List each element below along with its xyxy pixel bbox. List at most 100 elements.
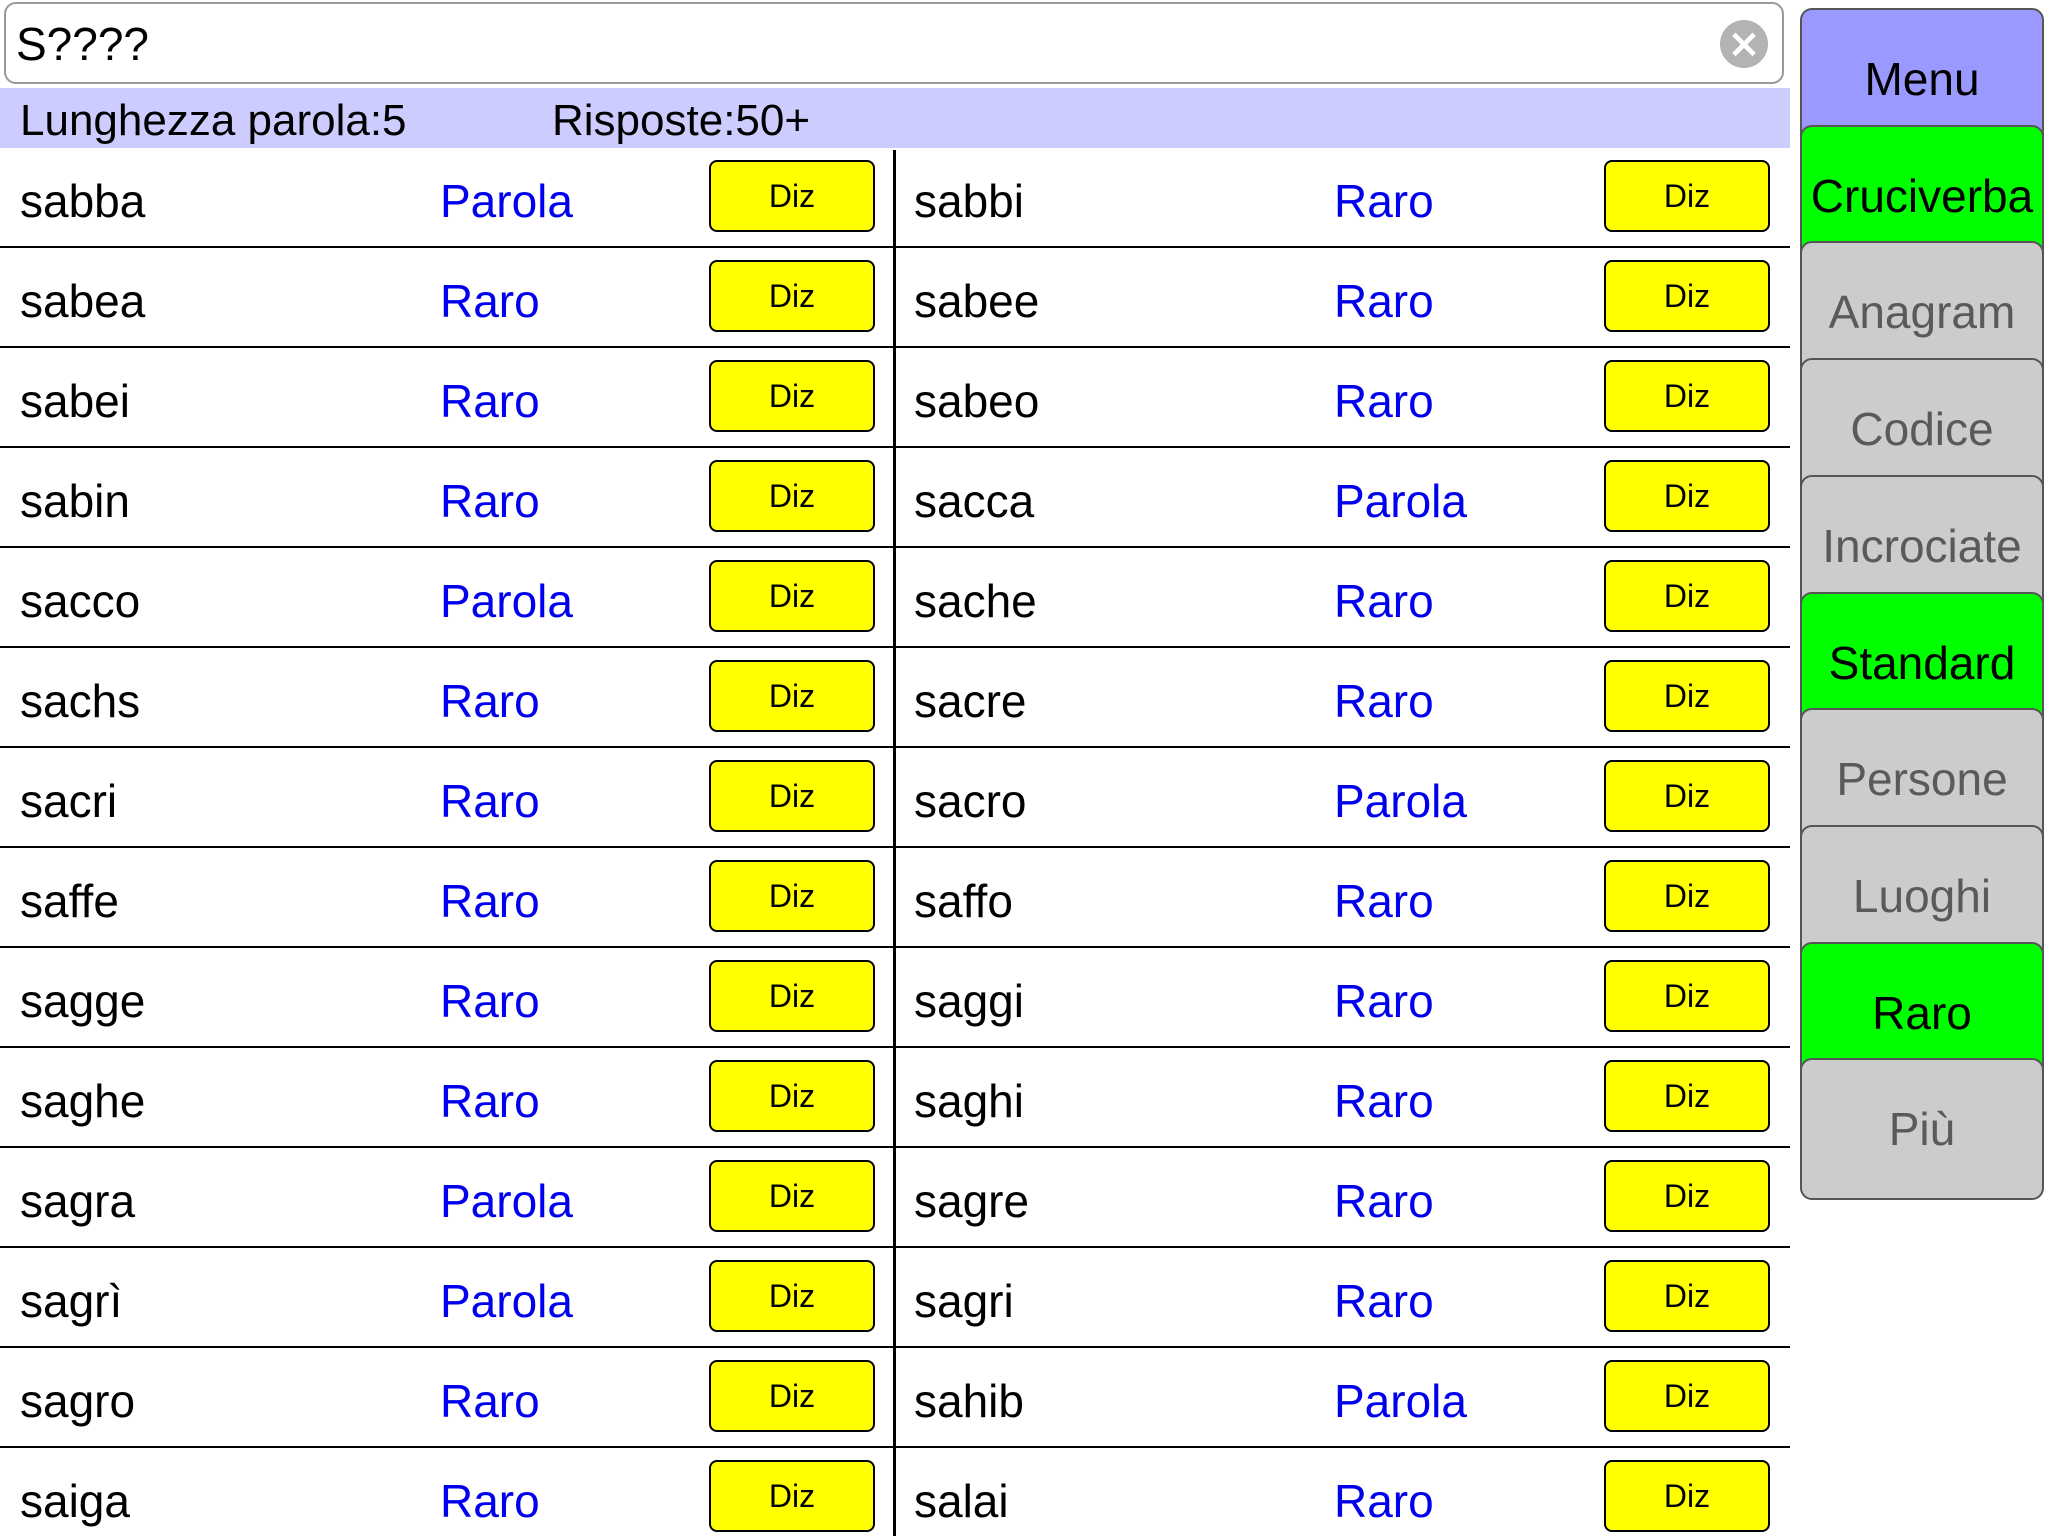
result-kind: Raro	[1334, 575, 1434, 627]
result-item: sahib Parola Diz	[896, 1350, 1790, 1448]
dictionary-button[interactable]: Diz	[709, 1160, 875, 1232]
result-kind: Raro	[1334, 875, 1434, 927]
result-kind: Raro	[1334, 1275, 1434, 1327]
result-kind: Parola	[440, 175, 573, 227]
result-word: sacri	[20, 775, 118, 827]
dictionary-button[interactable]: Diz	[1604, 1360, 1770, 1432]
dictionary-button[interactable]: Diz	[709, 1360, 875, 1432]
dictionary-button[interactable]: Diz	[1604, 360, 1770, 432]
dictionary-button[interactable]: Diz	[709, 360, 875, 432]
result-word: sagri	[914, 1275, 1014, 1327]
dictionary-button[interactable]: Diz	[709, 460, 875, 532]
result-item: saghe Raro Diz	[0, 1050, 893, 1148]
result-item: sagra Parola Diz	[0, 1150, 893, 1248]
word-length-label: Lunghezza parola:5	[20, 96, 407, 145]
dictionary-button[interactable]: Diz	[1604, 1060, 1770, 1132]
result-kind: Raro	[1334, 1175, 1434, 1227]
result-item: sabei Raro Diz	[0, 350, 893, 448]
result-word: sabba	[20, 175, 146, 227]
result-kind: Raro	[440, 475, 540, 527]
sidebar: Menu Cruciverba Anagram Codice Incrociate Sta…	[1800, 8, 2048, 1536]
dictionary-button[interactable]: Diz	[709, 260, 875, 332]
result-kind: Raro	[440, 1475, 540, 1527]
result-item: saffo Raro Diz	[896, 850, 1790, 948]
search-input[interactable]	[16, 8, 1696, 80]
result-kind: Raro	[1334, 275, 1434, 327]
dictionary-button[interactable]: Diz	[1604, 760, 1770, 832]
result-kind: Parola	[440, 575, 573, 627]
sidebar-button-pi-[interactable]: Più	[1800, 1058, 2044, 1200]
result-word: saffo	[914, 875, 1013, 927]
result-word: sabin	[20, 475, 130, 527]
result-word: sacca	[914, 475, 1035, 527]
dictionary-button[interactable]: Diz	[709, 960, 875, 1032]
dictionary-button[interactable]: Diz	[1604, 560, 1770, 632]
dictionary-button[interactable]: Diz	[1604, 260, 1770, 332]
dictionary-button[interactable]: Diz	[1604, 1160, 1770, 1232]
result-word: sagrì	[20, 1275, 123, 1327]
result-kind: Raro	[440, 375, 540, 427]
result-item: sabba Parola Diz	[0, 150, 893, 248]
result-word: sagge	[20, 975, 146, 1027]
result-word: sacre	[914, 675, 1027, 727]
result-kind: Raro	[440, 775, 540, 827]
result-item: sacco Parola Diz	[0, 550, 893, 648]
result-kind: Raro	[1334, 1075, 1434, 1127]
result-word: saffe	[20, 875, 119, 927]
result-kind: Parola	[1334, 775, 1467, 827]
result-kind: Raro	[440, 675, 540, 727]
dictionary-button[interactable]: Diz	[709, 1260, 875, 1332]
dictionary-button[interactable]: Diz	[1604, 160, 1770, 232]
result-word: sacro	[914, 775, 1027, 827]
dictionary-button[interactable]: Diz	[1604, 1260, 1770, 1332]
dictionary-button[interactable]: Diz	[709, 1460, 875, 1532]
result-item: sagge Raro Diz	[0, 950, 893, 1048]
result-item: sacre Raro Diz	[896, 650, 1790, 748]
result-item: saiga Raro Diz	[0, 1450, 893, 1536]
result-item: saffe Raro Diz	[0, 850, 893, 948]
dictionary-button[interactable]: Diz	[709, 760, 875, 832]
result-item: sabbi Raro Diz	[896, 150, 1790, 248]
result-word: sabbi	[914, 175, 1024, 227]
result-word: saghi	[914, 1075, 1024, 1127]
result-word: sabee	[914, 275, 1040, 327]
result-kind: Raro	[440, 1075, 540, 1127]
clear-search-icon[interactable]: ×	[1720, 20, 1768, 68]
results-list: sabba Parola Diz sabbi Raro Diz sabea Raro Diz sa…	[0, 150, 1790, 1536]
dictionary-button[interactable]: Diz	[1604, 660, 1770, 732]
result-kind: Raro	[440, 875, 540, 927]
result-kind: Raro	[440, 1375, 540, 1427]
dictionary-button[interactable]: Diz	[1604, 860, 1770, 932]
result-item: sabee Raro Diz	[896, 250, 1790, 348]
dictionary-button[interactable]: Diz	[709, 860, 875, 932]
result-kind: Raro	[440, 975, 540, 1027]
result-word: sacco	[20, 575, 141, 627]
result-kind: Raro	[1334, 1475, 1434, 1527]
sidebar-button-label: Più	[1888, 1103, 1956, 1155]
result-word: sagro	[20, 1375, 136, 1427]
result-item: sagri Raro Diz	[896, 1250, 1790, 1348]
dictionary-button[interactable]: Diz	[1604, 460, 1770, 532]
dictionary-button[interactable]: Diz	[709, 560, 875, 632]
result-word: saiga	[20, 1475, 130, 1527]
dictionary-button[interactable]: Diz	[709, 660, 875, 732]
result-item: sagrì Parola Diz	[0, 1250, 893, 1348]
result-item: sacro Parola Diz	[896, 750, 1790, 848]
result-kind: Raro	[1334, 375, 1434, 427]
dictionary-button[interactable]: Diz	[709, 160, 875, 232]
dictionary-button[interactable]: Diz	[1604, 960, 1770, 1032]
app-window: × Lunghezza parola:5 Risposte:50+ sabba P…	[0, 0, 2048, 1536]
result-word: salai	[914, 1475, 1009, 1527]
result-kind: Parola	[440, 1175, 573, 1227]
result-item: sagro Raro Diz	[0, 1350, 893, 1448]
result-item: sabea Raro Diz	[0, 250, 893, 348]
result-kind: Parola	[1334, 1375, 1467, 1427]
result-kind: Raro	[440, 275, 540, 327]
result-word: sagra	[20, 1175, 136, 1227]
result-word: saghe	[20, 1075, 146, 1127]
result-word: saggi	[914, 975, 1024, 1027]
dictionary-button[interactable]: Diz	[1604, 1460, 1770, 1532]
result-item: sache Raro Diz	[896, 550, 1790, 648]
dictionary-button[interactable]: Diz	[709, 1060, 875, 1132]
result-word: sabei	[20, 375, 130, 427]
